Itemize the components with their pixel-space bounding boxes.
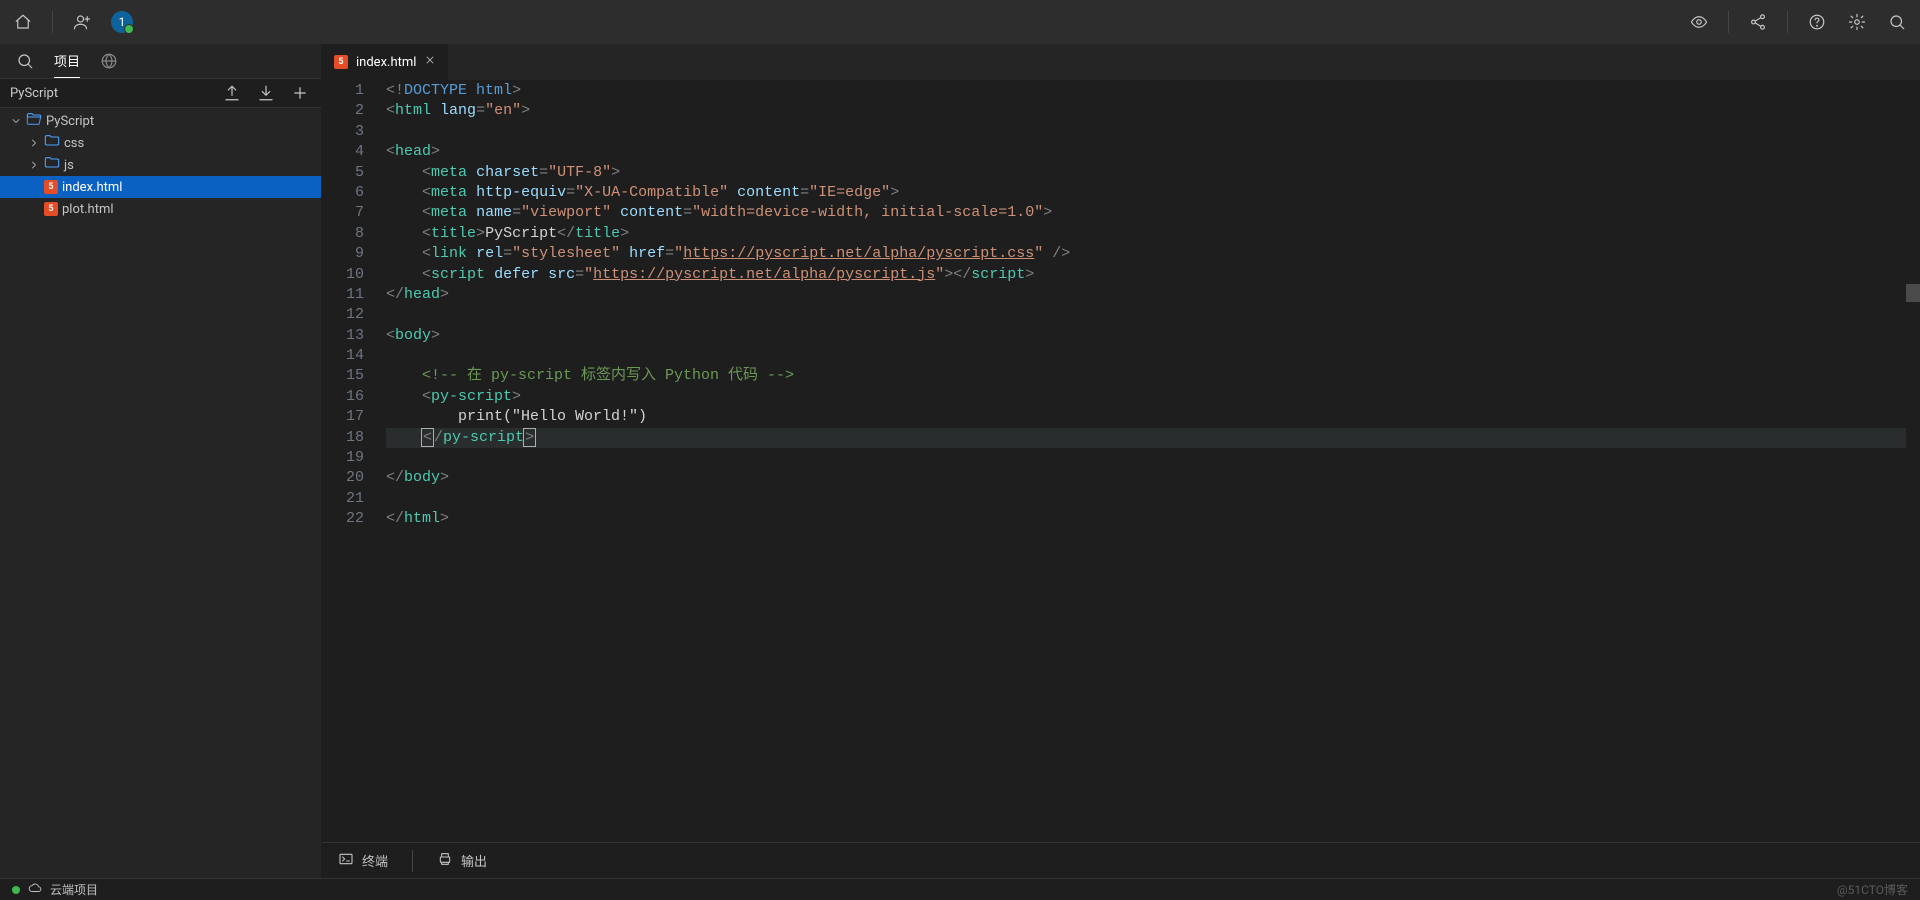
html-file-icon: 5 [44, 180, 58, 194]
code-editor[interactable]: 12345678910111213141516171819202122 <!DO… [322, 80, 1920, 842]
panel-output[interactable]: 输出 [437, 851, 487, 871]
sidebar-tabs: 项目 [0, 44, 321, 78]
minimap[interactable] [1906, 80, 1920, 842]
tree-folder-js[interactable]: js [0, 154, 321, 176]
cloud-icon [28, 881, 42, 898]
divider [1787, 11, 1788, 33]
watermark: @51CTO博客 [1837, 881, 1908, 898]
printer-icon [437, 851, 453, 871]
tree-file-plot[interactable]: 5 plot.html [0, 198, 321, 220]
editor-tab-label: index.html [356, 55, 416, 70]
editor-tab-index[interactable]: 5 index.html [322, 44, 449, 80]
tree-item-label: plot.html [62, 202, 114, 217]
status-cloud-label[interactable]: 云端项目 [50, 881, 98, 898]
terminal-icon [338, 851, 354, 871]
gear-icon[interactable] [1846, 11, 1868, 33]
sidebar: 项目 PyScript PyScript css [0, 44, 322, 878]
editor-tabbar: 5 index.html [322, 44, 1920, 80]
project-header: PyScript [0, 78, 321, 108]
home-icon[interactable] [12, 11, 34, 33]
tree-file-index[interactable]: 5 index.html [0, 176, 321, 198]
tree-item-label: index.html [62, 180, 122, 195]
tab-project-label: 项目 [54, 51, 80, 70]
chevron-right-icon [28, 159, 40, 171]
panel-terminal[interactable]: 终端 [338, 851, 388, 871]
minimap-thumb[interactable] [1906, 284, 1920, 302]
avatar[interactable]: 1 [111, 11, 133, 33]
panel-output-label: 输出 [461, 851, 487, 870]
chevron-right-icon [28, 137, 40, 149]
add-icon[interactable] [289, 82, 311, 104]
top-bar-left: 1 [12, 11, 133, 33]
html-file-icon: 5 [44, 202, 58, 216]
divider [52, 11, 53, 33]
editor-pane: 5 index.html 123456789101112131415161718… [322, 44, 1920, 878]
download-icon[interactable] [255, 82, 277, 104]
folder-icon [44, 133, 60, 153]
status-dot-icon [12, 886, 20, 894]
tree-item-label: js [64, 158, 74, 173]
html-file-icon: 5 [334, 55, 348, 69]
preview-icon[interactable] [1688, 11, 1710, 33]
upload-icon[interactable] [221, 82, 243, 104]
tree-folder-css[interactable]: css [0, 132, 321, 154]
tab-project[interactable]: 项目 [54, 44, 80, 78]
help-icon[interactable] [1806, 11, 1828, 33]
folder-open-icon [26, 111, 42, 131]
chevron-down-icon [10, 115, 22, 127]
main-area: 项目 PyScript PyScript css [0, 44, 1920, 878]
status-bar: 云端项目 @51CTO博客 [0, 878, 1920, 900]
divider [412, 850, 413, 872]
folder-icon [44, 155, 60, 175]
top-bar: 1 [0, 0, 1920, 44]
tree-item-label: PyScript [46, 114, 94, 129]
line-gutter: 12345678910111213141516171819202122 [322, 80, 386, 842]
add-user-icon[interactable] [71, 11, 93, 33]
project-header-actions [221, 82, 311, 104]
file-tree: PyScript css js 5 index.html 5 plot.html [0, 108, 321, 878]
top-bar-right [1688, 11, 1908, 33]
close-icon[interactable] [424, 54, 436, 70]
project-title: PyScript [10, 86, 58, 101]
share-icon[interactable] [1747, 11, 1769, 33]
tree-folder-root[interactable]: PyScript [0, 110, 321, 132]
search-icon[interactable] [14, 50, 36, 72]
panel-terminal-label: 终端 [362, 851, 388, 870]
status-left: 云端项目 [12, 881, 98, 898]
search-icon[interactable] [1886, 11, 1908, 33]
bottom-panel: 终端 输出 [322, 842, 1920, 878]
tab-web[interactable] [98, 44, 120, 78]
tree-item-label: css [64, 136, 84, 151]
code-area[interactable]: <!DOCTYPE html><html lang="en"> <head> <… [386, 80, 1920, 842]
divider [1728, 11, 1729, 33]
